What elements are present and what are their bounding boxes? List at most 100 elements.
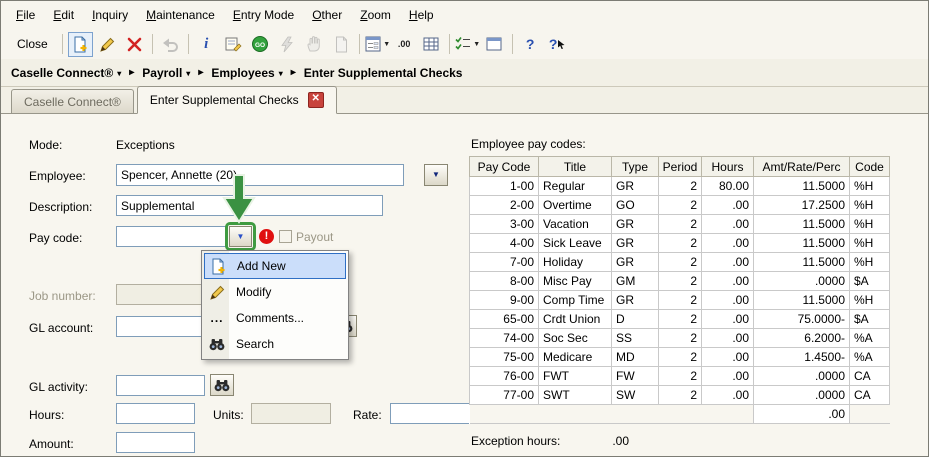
chevron-down-icon[interactable]: ▾ xyxy=(117,69,121,78)
table-row[interactable]: 7-00 Holiday GR 2.00 11.5000 %H xyxy=(469,252,890,272)
undo-button[interactable] xyxy=(158,32,183,57)
checklist-button[interactable]: ▼ xyxy=(455,32,480,57)
document-icon xyxy=(333,36,350,53)
cell-hours: .00 xyxy=(701,252,754,272)
context-menu-item-search[interactable]: Search xyxy=(204,331,346,357)
table-row[interactable]: 77-00 SWT SW 2.00.0000 CA xyxy=(469,385,890,405)
table-row[interactable]: 3-00 Vacation GR 2.00 11.5000 %H xyxy=(469,214,890,234)
chevron-down-icon[interactable]: ▾ xyxy=(186,69,190,78)
table-row[interactable]: 2-00 Overtime GO 2.00 17.2500 %H xyxy=(469,195,890,215)
close-button[interactable]: Close xyxy=(9,33,56,55)
decimal-button[interactable]: .00 xyxy=(392,32,417,57)
employee-dropdown-button[interactable]: ▼ xyxy=(424,164,448,186)
go-button[interactable]: GO xyxy=(248,32,273,57)
breadcrumb-item-caselle-connect[interactable]: Caselle Connect® xyxy=(11,66,113,80)
table-row[interactable]: 65-00 Crdt Union D 2.00 75.0000- $A xyxy=(469,309,890,329)
amount-input[interactable] xyxy=(116,432,195,453)
info-icon: i xyxy=(204,35,209,52)
menu-item-edit[interactable]: Edit xyxy=(44,3,83,27)
table-row[interactable]: 1-00 Regular GR 2 80.00 11.5000 %H xyxy=(469,176,890,196)
menu-item-maintenance[interactable]: Maintenance xyxy=(137,3,224,27)
menu-item-inquiry[interactable]: Inquiry xyxy=(83,3,137,27)
column-header-title[interactable]: Title xyxy=(538,156,612,177)
help-button[interactable]: ? xyxy=(518,32,543,57)
column-header-hours[interactable]: Hours xyxy=(701,156,754,177)
toolbar-separator xyxy=(358,34,360,54)
column-header-pay-code[interactable]: Pay Code xyxy=(469,156,539,177)
cell-code: %H xyxy=(849,176,890,196)
tab-enter-supplemental-checks[interactable]: Enter Supplemental Checks ✕ xyxy=(136,86,337,114)
gl-activity-search-button[interactable] xyxy=(210,374,234,396)
paycode-context-menu: Add New Modify... Comments... Search xyxy=(201,250,349,360)
cell-pay-code: 74-00 xyxy=(469,328,539,348)
chevron-down-icon: ▼ xyxy=(383,40,391,48)
paycode-input[interactable] xyxy=(116,226,228,247)
gl-activity-input[interactable] xyxy=(116,375,205,396)
table-row[interactable]: 76-00 FWT FW 2.00.0000 CA xyxy=(469,366,890,386)
hours-label: Hours: xyxy=(29,408,65,422)
notes-button[interactable] xyxy=(221,32,246,57)
cell-hours: .00 xyxy=(701,347,754,367)
cell-title: Medicare xyxy=(538,347,612,367)
lightning-button[interactable] xyxy=(275,32,300,57)
table-row[interactable]: 75-00 Medicare MD 2.00 1.4500- %A xyxy=(469,347,890,367)
annotation-arrow xyxy=(222,174,256,224)
new-record-button[interactable] xyxy=(67,31,93,57)
tab-close-button[interactable]: ✕ xyxy=(307,92,324,108)
cell-amt-rate-perc: 11.5000 xyxy=(753,233,850,253)
info-button[interactable]: i xyxy=(194,32,219,57)
cell-code: %A xyxy=(849,347,890,367)
toolbar-separator xyxy=(448,34,450,54)
column-header-type[interactable]: Type xyxy=(611,156,659,177)
table-row[interactable]: 4-00 Sick Leave GR 2.00 11.5000 %H xyxy=(469,233,890,253)
menu-bar: File Edit Inquiry Maintenance Entry Mode Othe… xyxy=(1,1,928,29)
menu-item-other[interactable]: Other xyxy=(303,3,351,27)
menu-item-entry-mode[interactable]: Entry Mode xyxy=(224,3,303,27)
context-menu-item-modify[interactable]: Modify xyxy=(204,279,346,305)
context-menu-item-add-new[interactable]: Add New xyxy=(204,253,346,279)
delete-record-button[interactable] xyxy=(122,32,147,57)
payout-checkbox[interactable] xyxy=(279,230,292,243)
edit-record-button[interactable] xyxy=(95,32,120,57)
cell-title: Misc Pay xyxy=(538,271,612,291)
column-header-code[interactable]: Code xyxy=(849,156,890,177)
breadcrumb-item-payroll[interactable]: Payroll xyxy=(142,66,182,80)
cell-title: FWT xyxy=(538,366,612,386)
cell-amt-rate-perc: 11.5000 xyxy=(753,290,850,310)
employee-input[interactable] xyxy=(116,164,404,186)
cell-period: 2 xyxy=(658,290,702,310)
rate-input[interactable] xyxy=(390,403,470,424)
cell-title: Holiday xyxy=(538,252,612,272)
cell-title: Crdt Union xyxy=(538,309,612,329)
window-button[interactable] xyxy=(482,32,507,57)
form-view-button[interactable]: ▼ xyxy=(365,32,390,57)
table-row[interactable]: 8-00 Misc Pay GM 2.00.0000 $A xyxy=(469,271,890,291)
chevron-down-icon[interactable]: ▾ xyxy=(279,69,283,78)
cell-type: MD xyxy=(611,347,659,367)
cell-pay-code: 77-00 xyxy=(469,385,539,405)
menu-item-help[interactable]: Help xyxy=(400,3,443,27)
grid-button[interactable] xyxy=(419,32,444,57)
hours-input[interactable] xyxy=(116,403,195,424)
menu-item-file[interactable]: File xyxy=(7,3,44,27)
binoculars-icon xyxy=(206,338,228,351)
tab-bar: Caselle Connect® Enter Supplemental Check… xyxy=(1,86,928,114)
document-button[interactable] xyxy=(329,32,354,57)
hand-button[interactable] xyxy=(302,32,327,57)
table-row[interactable]: 9-00 Comp Time GR 2.00 11.5000 %H xyxy=(469,290,890,310)
context-menu-item-comments[interactable]: ... Comments... xyxy=(204,305,346,331)
cell-code: %H xyxy=(849,252,890,272)
payout-label: Payout xyxy=(296,230,334,244)
context-help-button[interactable]: ? xyxy=(545,32,570,57)
cell-code: $A xyxy=(849,309,890,329)
table-row[interactable]: 74-00 Soc Sec SS 2.00 6.2000- %A xyxy=(469,328,890,348)
menu-item-zoom[interactable]: Zoom xyxy=(351,3,400,27)
empty-cell xyxy=(469,404,539,424)
breadcrumb-item-employees[interactable]: Employees xyxy=(211,66,274,80)
table-total-row: .00 xyxy=(469,404,890,424)
cell-pay-code: 75-00 xyxy=(469,347,539,367)
column-header-period[interactable]: Period xyxy=(658,156,702,177)
column-header-amt-rate-perc[interactable]: Amt/Rate/Perc xyxy=(753,156,850,177)
tab-caselle-connect[interactable]: Caselle Connect® xyxy=(11,89,134,113)
empty-cell xyxy=(538,404,612,424)
